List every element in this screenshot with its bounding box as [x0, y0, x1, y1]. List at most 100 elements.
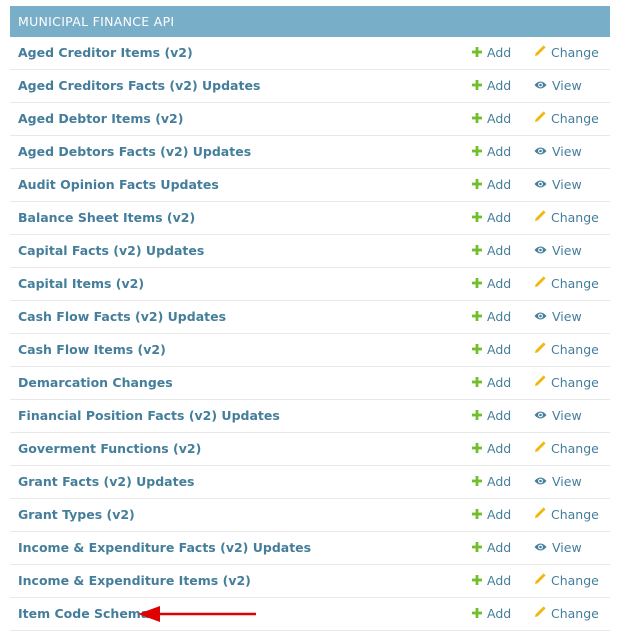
plus-icon [472, 37, 482, 69]
add-link[interactable]: Add [472, 532, 511, 565]
add-label: Add [487, 540, 512, 555]
view-link[interactable]: View [534, 169, 582, 202]
action-label: Change [551, 111, 599, 126]
change-link[interactable]: Change [534, 499, 599, 532]
add-link[interactable]: Add [472, 70, 511, 103]
pencil-icon [534, 37, 546, 69]
eye-icon [534, 70, 547, 102]
change-link[interactable]: Change [534, 202, 599, 235]
model-link[interactable]: Capital Facts (v2) Updates [18, 235, 204, 267]
model-row-aged-creditor-items-v2: Aged Creditor Items (v2) Add Change [10, 37, 610, 70]
add-link[interactable]: Add [472, 202, 511, 235]
model-link[interactable]: Grant Types (v2) [18, 499, 135, 531]
model-row-income-and-expenditure-facts-v2-updates: Income & Expenditure Facts (v2) Updates A… [10, 532, 610, 565]
change-link[interactable]: Change [534, 37, 599, 70]
action-label: View [552, 243, 582, 258]
action-label: Change [551, 441, 599, 456]
model-row-demarcation-changes: Demarcation Changes Add Change [10, 367, 610, 400]
add-link[interactable]: Add [472, 103, 511, 136]
action-label: Change [551, 276, 599, 291]
add-link[interactable]: Add [472, 37, 511, 70]
view-link[interactable]: View [534, 235, 582, 268]
view-link[interactable]: View [534, 136, 582, 169]
pencil-icon [534, 598, 546, 630]
plus-icon [472, 334, 482, 366]
plus-icon [472, 301, 482, 333]
view-link[interactable]: View [534, 70, 582, 103]
add-link[interactable]: Add [472, 268, 511, 301]
action-label: View [552, 309, 582, 324]
model-link[interactable]: Goverment Functions (v2) [18, 433, 201, 465]
add-label: Add [487, 309, 512, 324]
action-label: Change [551, 210, 599, 225]
model-row-grant-facts-v2-updates: Grant Facts (v2) Updates Add View [10, 466, 610, 499]
model-link[interactable]: Balance Sheet Items (v2) [18, 202, 195, 234]
change-link[interactable]: Change [534, 598, 599, 631]
change-link[interactable]: Change [534, 367, 599, 400]
eye-icon [534, 400, 547, 432]
add-link[interactable]: Add [472, 400, 511, 433]
model-row-capital-items-v2: Capital Items (v2) Add Change [10, 268, 610, 301]
action-label: View [552, 78, 582, 93]
model-link[interactable]: Aged Creditor Items (v2) [18, 37, 193, 69]
model-link[interactable]: Grant Facts (v2) Updates [18, 466, 195, 498]
model-link[interactable]: Aged Creditors Facts (v2) Updates [18, 70, 260, 102]
model-link[interactable]: Audit Opinion Facts Updates [18, 169, 219, 201]
change-link[interactable]: Change [534, 334, 599, 367]
model-row-audit-opinion-facts-updates: Audit Opinion Facts Updates Add View [10, 169, 610, 202]
add-link[interactable]: Add [472, 169, 511, 202]
model-link[interactable]: Financial Position Facts (v2) Updates [18, 400, 280, 432]
model-link[interactable]: Aged Debtors Facts (v2) Updates [18, 136, 251, 168]
model-link[interactable]: Capital Items (v2) [18, 268, 144, 300]
model-row-grant-types-v2: Grant Types (v2) Add Change [10, 499, 610, 532]
plus-icon [472, 169, 482, 201]
plus-icon [472, 235, 482, 267]
add-link[interactable]: Add [472, 466, 511, 499]
add-label: Add [487, 111, 512, 126]
add-label: Add [487, 441, 512, 456]
plus-icon [472, 70, 482, 102]
view-link[interactable]: View [534, 301, 582, 334]
add-link[interactable]: Add [472, 301, 511, 334]
pencil-icon [534, 565, 546, 597]
plus-icon [472, 136, 482, 168]
action-label: View [552, 144, 582, 159]
add-label: Add [487, 177, 512, 192]
model-link[interactable]: Item Code Schemas [18, 598, 157, 630]
add-link[interactable]: Add [472, 598, 511, 631]
change-link[interactable]: Change [534, 268, 599, 301]
model-link[interactable]: Demarcation Changes [18, 367, 173, 399]
add-link[interactable]: Add [472, 136, 511, 169]
model-link[interactable]: Income & Expenditure Facts (v2) Updates [18, 532, 311, 564]
view-link[interactable]: View [534, 466, 582, 499]
model-link[interactable]: Aged Debtor Items (v2) [18, 103, 183, 135]
add-link[interactable]: Add [472, 235, 511, 268]
model-link[interactable]: Cash Flow Items (v2) [18, 334, 166, 366]
model-link[interactable]: Income & Expenditure Items (v2) [18, 565, 251, 597]
model-row-aged-debtors-facts-v2-updates: Aged Debtors Facts (v2) Updates Add View [10, 136, 610, 169]
module-caption[interactable]: MUNICIPAL FINANCE API [10, 6, 610, 37]
model-row-aged-creditors-facts-v2-updates: Aged Creditors Facts (v2) Updates Add View [10, 70, 610, 103]
model-row-capital-facts-v2-updates: Capital Facts (v2) Updates Add View [10, 235, 610, 268]
add-label: Add [487, 474, 512, 489]
add-label: Add [487, 144, 512, 159]
plus-icon [472, 400, 482, 432]
view-link[interactable]: View [534, 400, 582, 433]
plus-icon [472, 433, 482, 465]
pencil-icon [534, 103, 546, 135]
action-label: Change [551, 375, 599, 390]
municipal-finance-api-module: MUNICIPAL FINANCE API Aged Creditor Item… [10, 6, 610, 631]
add-link[interactable]: Add [472, 499, 511, 532]
change-link[interactable]: Change [534, 433, 599, 466]
change-link[interactable]: Change [534, 103, 599, 136]
model-link[interactable]: Cash Flow Facts (v2) Updates [18, 301, 226, 333]
add-link[interactable]: Add [472, 334, 511, 367]
add-link[interactable]: Add [472, 433, 511, 466]
action-label: View [552, 474, 582, 489]
model-row-cash-flow-facts-v2-updates: Cash Flow Facts (v2) Updates Add View [10, 301, 610, 334]
add-link[interactable]: Add [472, 367, 511, 400]
change-link[interactable]: Change [534, 565, 599, 598]
view-link[interactable]: View [534, 532, 582, 565]
add-label: Add [487, 408, 512, 423]
add-link[interactable]: Add [472, 565, 511, 598]
